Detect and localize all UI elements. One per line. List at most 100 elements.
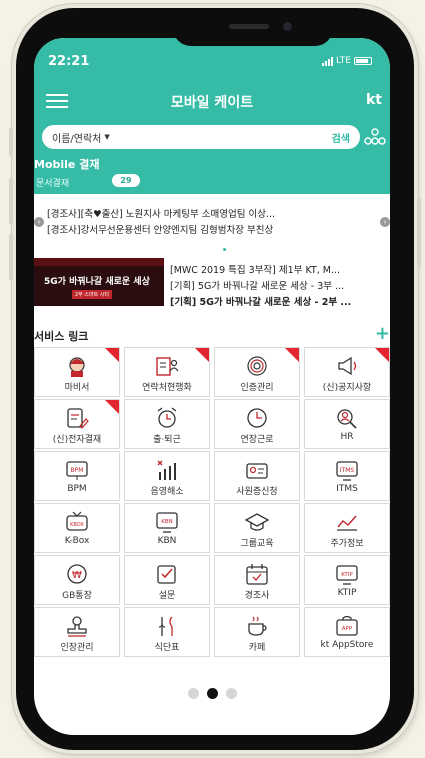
service-tile-label: 출·퇴근 — [153, 435, 181, 445]
service-tile-label: 음영해소 — [150, 487, 184, 497]
kt-logo: kt — [365, 92, 382, 108]
news-item[interactable]: [기획] 5G가 바꿔나갈 새로운 세상 - 3부 ... — [170, 278, 388, 292]
stock-chart-icon — [337, 515, 357, 531]
service-tile-label: K-Box — [64, 536, 90, 546]
service-tile[interactable]: KBN KBN — [124, 503, 210, 553]
notice-item[interactable]: [경조사]강서무선운용센터 안양엔지팀 김형범차장 부친상 — [47, 222, 377, 236]
search-input[interactable]: 이름/연락처 ▼ 검색 — [42, 125, 360, 149]
page-dot-active[interactable] — [206, 688, 218, 699]
chevron-left-icon[interactable]: ‹ — [34, 217, 44, 227]
service-tile[interactable]: 출·퇴근 — [124, 399, 210, 449]
signal-icon — [322, 56, 334, 66]
service-tile-label: 연락처현행화 — [142, 383, 192, 393]
svg-text:₩: ₩ — [72, 570, 82, 581]
network-type: LTE — [336, 56, 351, 66]
service-tile-label: ITMS — [336, 484, 358, 494]
new-flag — [105, 348, 119, 362]
graduation-cap-icon — [244, 513, 270, 531]
service-tile-label: 식단표 — [154, 643, 180, 653]
assistant-icon — [69, 357, 85, 377]
service-tile[interactable]: (신)공지사항 — [304, 347, 390, 397]
survey-check-icon — [157, 565, 176, 584]
service-tile[interactable]: 음영해소 — [124, 451, 210, 501]
chevron-right-icon[interactable]: › — [380, 217, 390, 227]
hr-search-icon — [337, 409, 357, 429]
search-button[interactable]: 검색 — [332, 130, 350, 145]
org-chart-icon[interactable] — [364, 128, 386, 146]
document-approval-label[interactable]: 문서결재 — [36, 176, 69, 189]
service-tile[interactable]: 연락처현행화 — [124, 347, 210, 397]
notice-item[interactable]: [경조사][축♥출산] 노원지사 마케팅부 소매영업팀 이상... — [47, 206, 377, 220]
won-coin-icon: ₩ — [67, 564, 87, 584]
phone-notch — [173, 14, 333, 46]
chevron-down-icon: ▼ — [104, 133, 110, 141]
service-tile[interactable]: KTIP KTIP — [304, 555, 390, 605]
page-indicator — [34, 688, 390, 702]
carousel-dot — [223, 248, 226, 251]
service-tile-label: 카페 — [248, 643, 266, 653]
mobile-approval-title: Mobile 결재 — [34, 158, 100, 171]
power-button — [417, 198, 421, 268]
service-tile-label: 주가정보 — [330, 539, 364, 549]
search-type-select[interactable]: 이름/연락처 — [52, 130, 101, 145]
app-screen: 22:21 LTE 모바일 케이트 kt 이름/연락처 ▼ 검색 Mobile … — [34, 38, 390, 735]
svg-text:ITMS: ITMS — [340, 467, 355, 474]
service-tile[interactable]: 인장관리 — [34, 607, 120, 657]
new-flag — [105, 400, 119, 414]
service-tile-label: GB통장 — [62, 591, 92, 601]
alarm-clock-icon — [157, 407, 177, 428]
ktip-icon: KTIP — [336, 565, 358, 585]
service-tile[interactable]: APP kt AppStore — [304, 607, 390, 657]
kbox-tv-icon: KBOX — [66, 511, 88, 531]
service-tile[interactable]: KBOX K-Box — [34, 503, 120, 553]
volume-up-button — [9, 178, 13, 224]
calendar-icon — [246, 564, 268, 585]
service-tile[interactable]: 인증관리 — [214, 347, 300, 397]
service-tile-label: 연장근로 — [240, 435, 274, 445]
service-tile[interactable]: HR — [304, 399, 390, 449]
new-flag — [375, 348, 389, 362]
mobile-approval-panel[interactable]: Mobile 결재 문서결재 29 — [34, 154, 390, 194]
page-dot[interactable] — [225, 688, 237, 699]
news-thumbnail[interactable]: 5G가 바꿔나갈 새로운 세상 2부 스마트 시티 — [34, 258, 164, 306]
service-tile[interactable]: 마비서 — [34, 347, 120, 397]
service-tile[interactable]: BPM BPM — [34, 451, 120, 501]
approval-count-badge: 29 — [112, 174, 140, 187]
service-tile[interactable]: ₩ GB통장 — [34, 555, 120, 605]
service-tile[interactable]: 설문 — [124, 555, 210, 605]
earpiece-speaker — [229, 24, 269, 29]
service-tile-label: HR — [340, 432, 354, 442]
news-item[interactable]: [기획] 5G가 바꿔나갈 새로운 세상 - 2부 ... — [170, 294, 388, 308]
status-indicators: LTE — [322, 56, 372, 66]
service-tile[interactable]: ITMS ITMS — [304, 451, 390, 501]
service-tile-label: (신)공지사항 — [322, 383, 372, 393]
thumbnail-tag: 2부 스마트 시티 — [72, 290, 112, 299]
service-tile[interactable]: 카페 — [214, 607, 300, 657]
page-dot[interactable] — [187, 688, 199, 699]
service-links-header: 서비스 링크 + — [34, 323, 390, 346]
news-item[interactable]: [MWC 2019 특집 3부작] 제1부 KT, M... — [170, 262, 388, 276]
battery-icon — [354, 57, 372, 65]
svg-text:BPM: BPM — [71, 467, 84, 474]
svg-text:KBOX: KBOX — [70, 522, 84, 528]
service-tile-label: 그룹교육 — [240, 539, 274, 549]
megaphone-icon — [338, 356, 357, 376]
service-links-title: 서비스 링크 — [34, 330, 89, 343]
search-bar: 이름/연락처 ▼ 검색 — [34, 120, 390, 154]
volume-down-button — [9, 234, 13, 280]
add-icon[interactable]: + — [375, 323, 390, 344]
service-tile[interactable]: 식단표 — [124, 607, 210, 657]
service-tile[interactable]: 연장근로 — [214, 399, 300, 449]
svg-text:KBN: KBN — [161, 519, 173, 525]
service-tile[interactable]: (신)전자결재 — [34, 399, 120, 449]
service-tile-label: 인장관리 — [60, 643, 94, 653]
thumbnail-title: 5G가 바꿔나갈 새로운 세상 — [44, 277, 150, 287]
service-tile[interactable]: 경조사 — [214, 555, 300, 605]
service-tile[interactable]: 주가정보 — [304, 503, 390, 553]
service-tile[interactable]: 사원증신청 — [214, 451, 300, 501]
service-tile-label: 마비서 — [64, 383, 90, 393]
service-tile-label: kt AppStore — [320, 640, 374, 650]
kbn-monitor-icon: KBN — [156, 512, 178, 533]
service-tile[interactable]: 그룹교육 — [214, 503, 300, 553]
service-tile-label: 설문 — [158, 591, 176, 601]
